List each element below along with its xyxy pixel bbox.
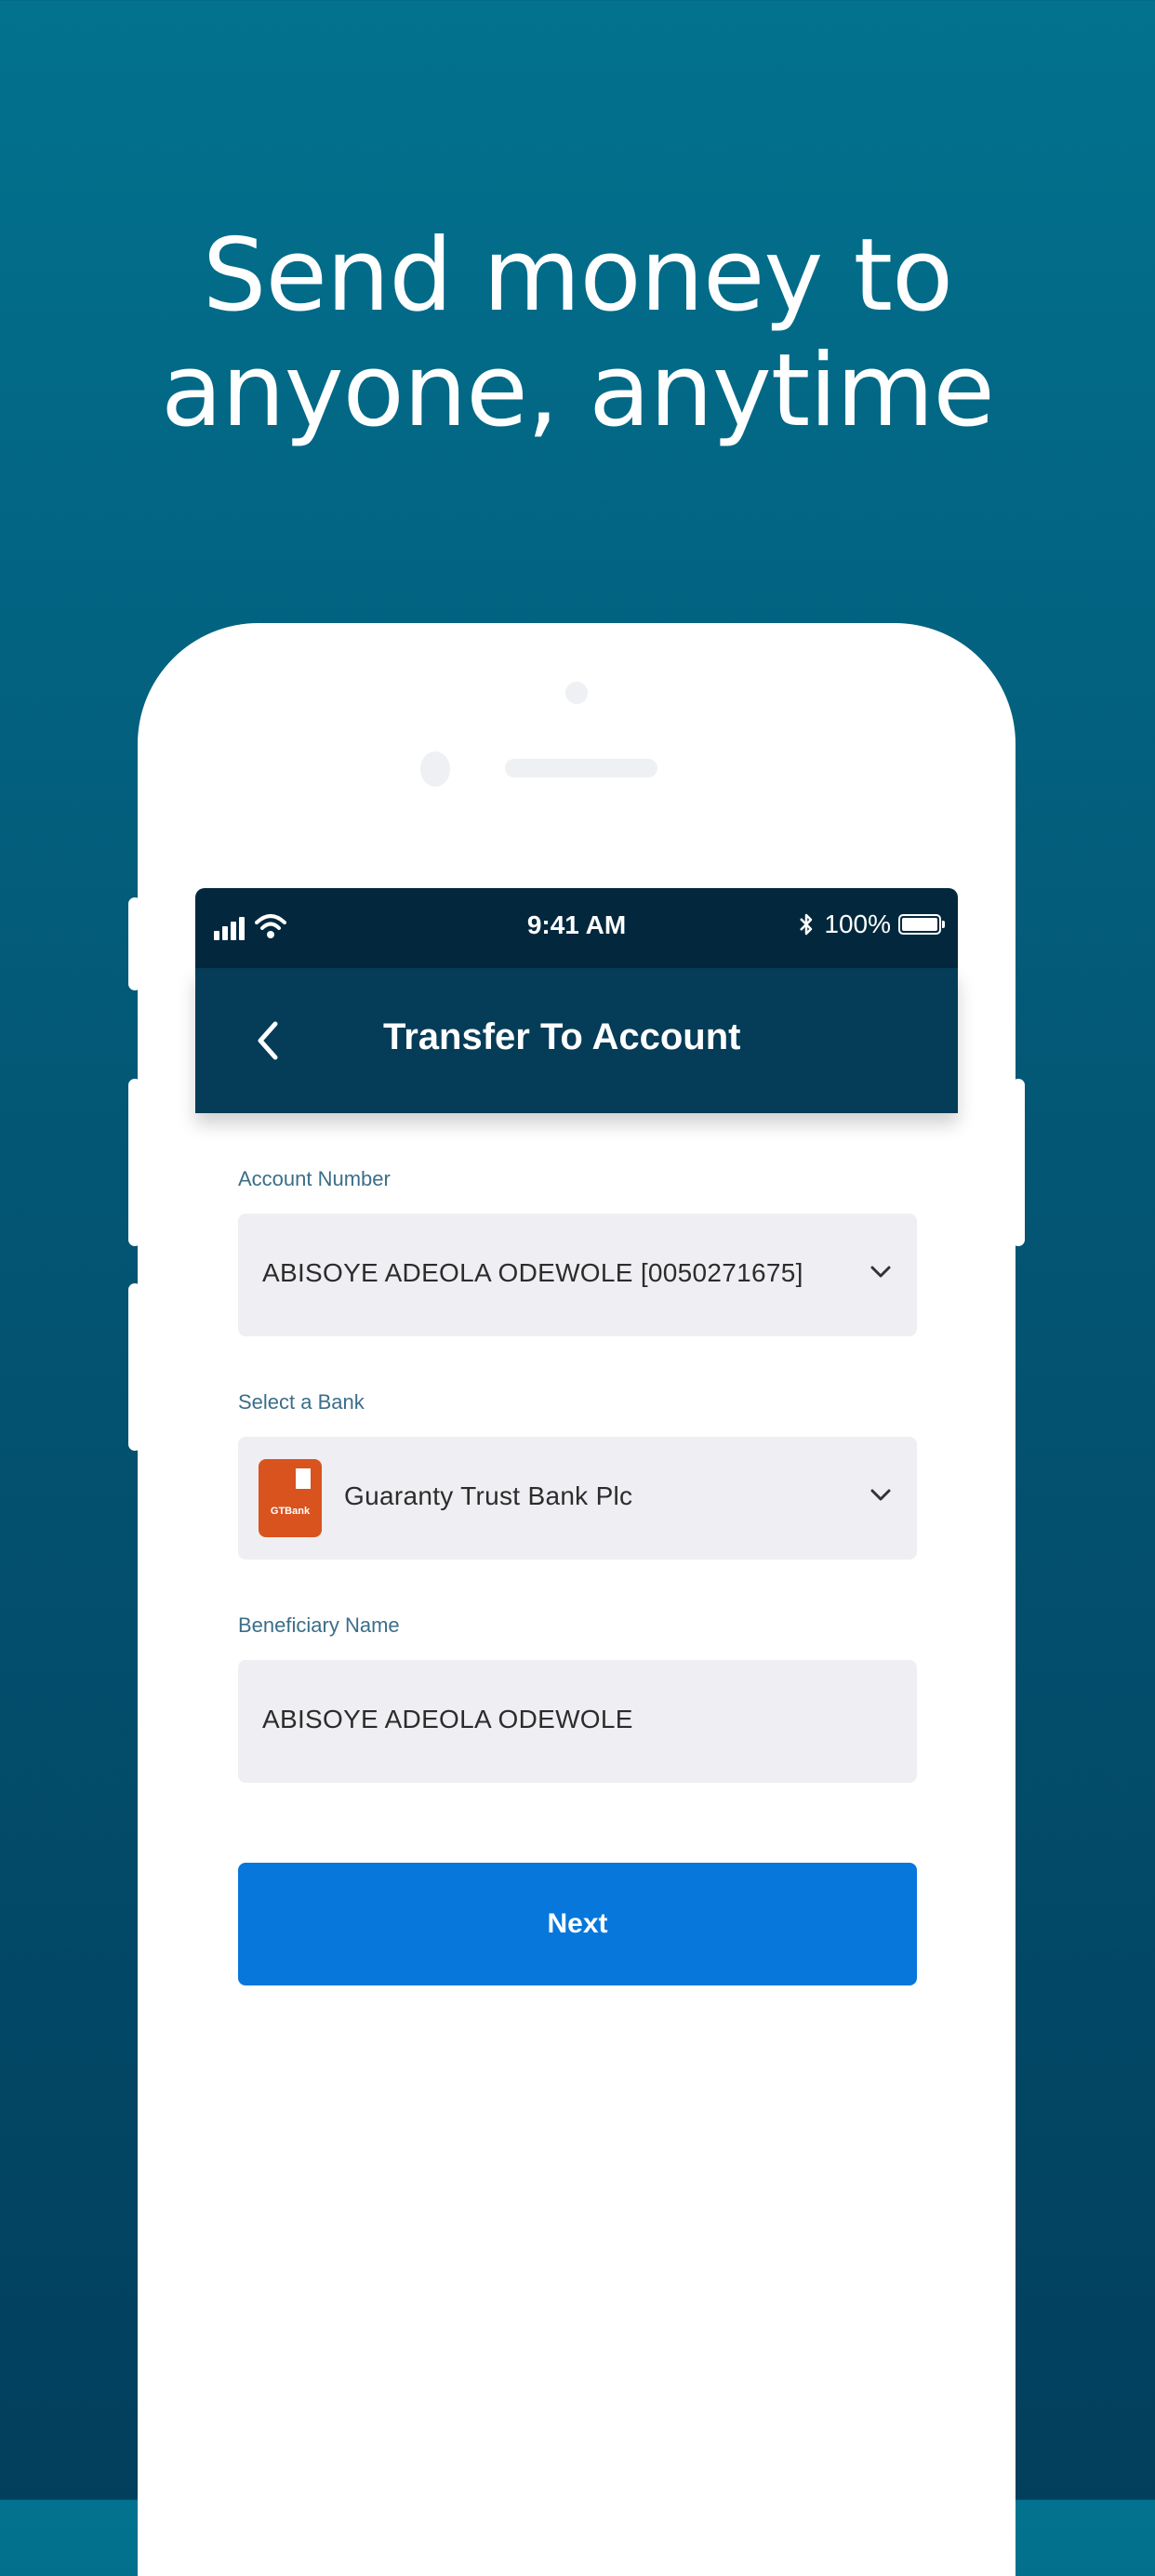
front-camera [420,751,450,787]
status-bar: 9:41 AM 100% [195,888,958,968]
chevron-down-icon [870,1266,891,1278]
headline-line-1: Send money to [202,218,953,334]
page-title: Transfer To Account [383,1016,741,1057]
earpiece-speaker [505,759,657,777]
beneficiary-name-value: ABISOYE ADEOLA ODEWOLE [262,1705,633,1733]
headline: Send money to anyone, anytime [0,219,1155,449]
chevron-down-icon [870,1489,891,1501]
chevron-left-icon[interactable] [251,1015,285,1067]
bank-value: Guaranty Trust Bank Plc [344,1481,633,1510]
bank-logo-text: GTBank [270,1506,311,1517]
navigation-bar: Transfer To Account [195,968,958,1113]
account-number-value: ABISOYE ADEOLA ODEWOLE [0050271675] [262,1258,803,1287]
bank-select[interactable]: GTBank Guaranty Trust Bank Plc [238,1437,917,1560]
battery-icon [898,914,945,935]
account-number-label: Account Number [238,1167,391,1190]
headline-line-2: anyone, anytime [161,333,995,449]
select-bank-label: Select a Bank [238,1390,365,1414]
next-button[interactable]: Next [238,1863,917,1985]
battery-percentage: 100% [824,910,891,938]
beneficiary-name-label: Beneficiary Name [238,1613,400,1637]
app-screen: 9:41 AM 100% Transfer To Account Account… [195,888,958,2500]
bluetooth-icon [800,913,813,936]
proximity-sensor [565,682,588,704]
gtbank-logo: GTBank [259,1459,322,1537]
beneficiary-name-field[interactable]: ABISOYE ADEOLA ODEWOLE [238,1660,917,1783]
account-number-select[interactable]: ABISOYE ADEOLA ODEWOLE [0050271675] [238,1214,917,1336]
status-right: 100% [798,909,945,940]
